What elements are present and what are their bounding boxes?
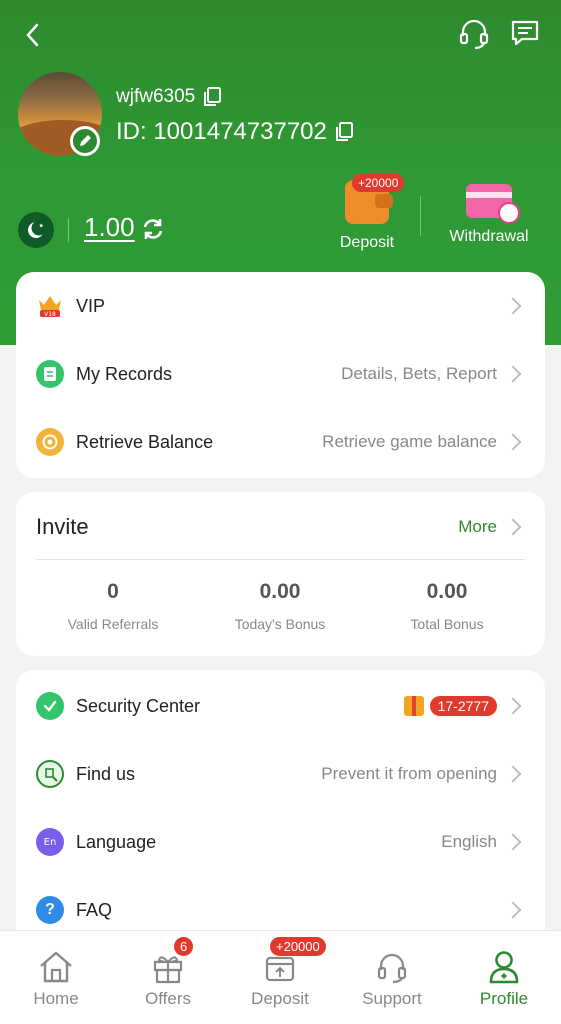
credit-card-icon xyxy=(466,184,520,224)
account-menu-card: V18 VIP My Records Details, Bets, Report… xyxy=(16,272,545,478)
chevron-right-icon xyxy=(504,765,522,783)
nav-home-label: Home xyxy=(33,989,79,1008)
settings-menu-card: Security Center 17-2777 Find us Prevent … xyxy=(16,670,545,960)
chevron-left-icon xyxy=(26,23,39,47)
stat-value: 0.00 xyxy=(426,580,468,603)
chevron-right-icon xyxy=(504,297,522,315)
language-icon: En xyxy=(36,828,64,856)
home-icon xyxy=(36,947,76,987)
headset-icon xyxy=(372,947,412,987)
nav-profile[interactable]: Profile xyxy=(448,931,560,1024)
shortcut-divider xyxy=(420,196,421,236)
retrieve-balance-label: Retrieve Balance xyxy=(76,431,214,452)
nav-home[interactable]: Home xyxy=(0,931,112,1024)
stat-caption: Total Bonus xyxy=(410,616,484,632)
coin-icon xyxy=(36,428,64,456)
menu-item-vip[interactable]: V18 VIP xyxy=(16,272,545,340)
invite-title: Invite xyxy=(36,514,89,539)
pakistan-flag-icon xyxy=(18,212,54,248)
nav-deposit-label: Deposit xyxy=(251,989,309,1008)
my-records-value: Details, Bets, Report xyxy=(341,364,497,383)
user-id-row: ID: 1001474737702 xyxy=(116,118,353,146)
deposit-shortcut-label: Deposit xyxy=(339,234,395,251)
deposit-bonus-badge: +20000 xyxy=(352,174,405,192)
messages-button[interactable] xyxy=(508,16,542,50)
language-icon-text: En xyxy=(43,836,57,848)
customer-support-button[interactable] xyxy=(456,16,492,52)
chevron-right-icon xyxy=(504,365,522,383)
back-button[interactable] xyxy=(16,18,50,52)
withdrawal-shortcut-label: Withdrawal xyxy=(449,228,529,245)
nav-offers-label: Offers xyxy=(145,989,191,1008)
my-records-label: My Records xyxy=(76,363,173,384)
deposit-shortcut[interactable]: +20000 Deposit xyxy=(330,174,405,252)
stat-value: 0 xyxy=(107,580,119,603)
nav-deposit[interactable]: +20000 Deposit xyxy=(224,931,336,1024)
retrieve-balance-value: Retrieve game balance xyxy=(322,432,497,451)
message-icon xyxy=(511,20,539,46)
menu-item-find-us[interactable]: Find us Prevent it from opening xyxy=(16,740,545,808)
nav-profile-label: Profile xyxy=(479,989,529,1008)
help-icon-text: ? xyxy=(45,901,55,918)
stat-value: 0.00 xyxy=(259,580,301,603)
nav-offers[interactable]: 6 Offers xyxy=(112,931,224,1024)
menu-item-security-center[interactable]: Security Center 17-2777 xyxy=(16,672,545,740)
user-profile-icon xyxy=(484,947,524,987)
stat-valid-referrals: 0 Valid Referrals xyxy=(33,580,193,632)
chevron-right-icon xyxy=(504,833,522,851)
nav-support-label: Support xyxy=(362,989,422,1008)
chevron-right-icon[interactable] xyxy=(504,518,522,536)
language-value: English xyxy=(441,832,497,851)
stat-todays-bonus: 0.00 Today's Bonus xyxy=(200,580,360,632)
stat-caption: Today's Bonus xyxy=(234,616,326,632)
pencil-icon xyxy=(80,135,91,146)
invite-card: Invite More 0 Valid Referrals 0.00 Today… xyxy=(16,492,545,656)
find-us-label: Find us xyxy=(76,763,136,784)
stat-total-bonus: 0.00 Total Bonus xyxy=(367,580,527,632)
help-icon: ? xyxy=(36,896,64,924)
menu-item-my-records[interactable]: My Records Details, Bets, Report xyxy=(16,340,545,408)
invite-divider xyxy=(36,559,525,560)
faq-label: FAQ xyxy=(76,899,113,920)
invite-more-link[interactable]: More xyxy=(458,517,497,537)
find-us-value: Prevent it from opening xyxy=(321,764,497,783)
menu-item-language[interactable]: En Language English xyxy=(16,808,545,876)
gift-icon xyxy=(403,696,424,716)
copy-icon[interactable] xyxy=(335,122,353,142)
username: wjfw6305 xyxy=(116,86,196,107)
menu-item-retrieve-balance[interactable]: Retrieve Balance Retrieve game balance xyxy=(16,408,545,476)
refresh-balance-button[interactable] xyxy=(140,216,166,242)
language-label: Language xyxy=(76,831,157,852)
security-reward-pill: 17-2777 xyxy=(429,696,497,716)
edit-avatar-button[interactable] xyxy=(70,126,100,156)
balance-divider xyxy=(68,218,69,242)
security-reward-badge: 17-2777 xyxy=(403,696,497,716)
copy-icon[interactable] xyxy=(203,87,222,107)
avatar-container[interactable] xyxy=(18,72,102,156)
user-id: ID: 1001474737702 xyxy=(116,118,327,145)
chevron-right-icon xyxy=(504,433,522,451)
nav-support[interactable]: Support xyxy=(336,931,448,1024)
stat-caption: Valid Referrals xyxy=(67,616,159,632)
vip-crown-icon: V18 xyxy=(36,292,64,320)
refresh-icon xyxy=(143,219,163,239)
chevron-right-icon xyxy=(504,901,522,919)
vip-label: VIP xyxy=(76,295,106,316)
deposit-bonus-nav-badge: +20000 xyxy=(270,937,326,956)
records-icon xyxy=(36,360,64,388)
security-center-label: Security Center xyxy=(76,695,201,716)
shield-check-icon xyxy=(36,692,64,720)
offers-count-badge: 6 xyxy=(174,937,194,956)
username-row: wjfw6305 xyxy=(116,86,222,108)
wallet-balance: 1.00 xyxy=(84,212,135,242)
bottom-navigation: Home 6 Offers +20000 Deposit Support Pro… xyxy=(0,930,561,1024)
chevron-right-icon xyxy=(504,697,522,715)
svg-text:V18: V18 xyxy=(44,311,56,318)
search-building-icon xyxy=(36,760,64,788)
withdrawal-shortcut[interactable]: Withdrawal xyxy=(440,180,538,246)
headset-icon xyxy=(459,19,489,50)
